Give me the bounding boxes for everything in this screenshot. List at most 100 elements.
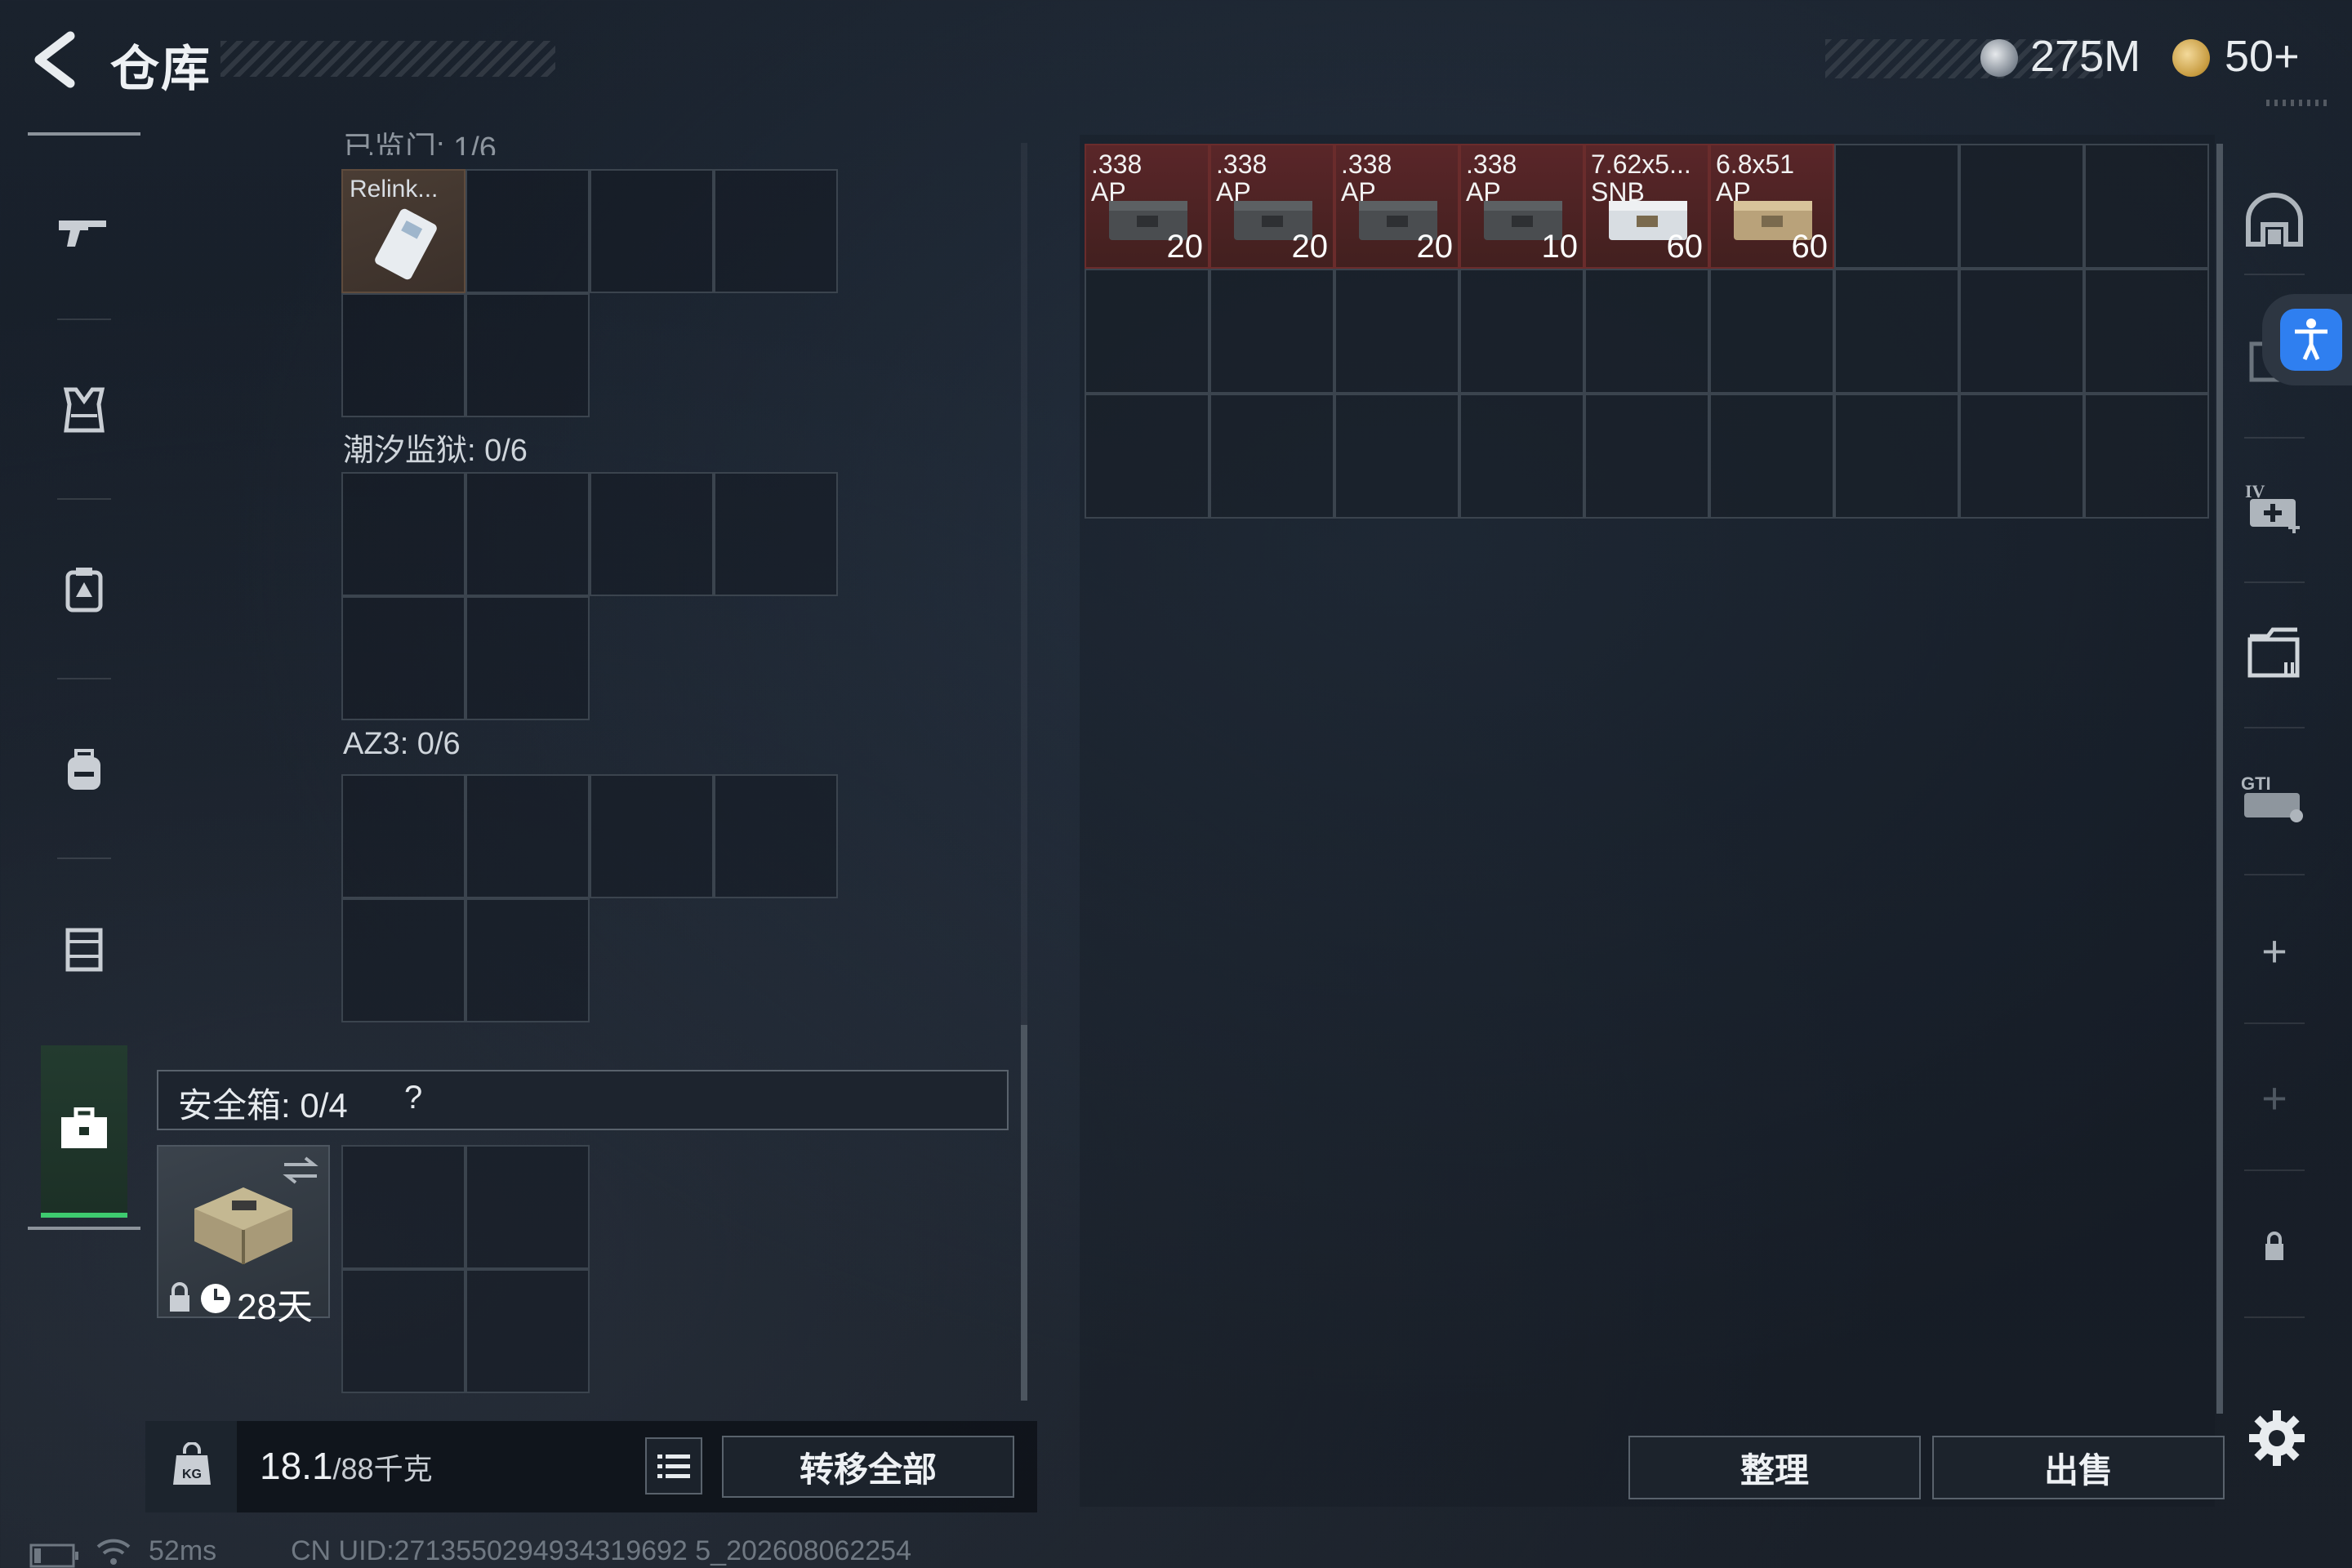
stash-slot[interactable]: [1334, 269, 1459, 394]
helmet-icon: [2246, 193, 2303, 247]
safebox-container[interactable]: 28天: [157, 1145, 330, 1327]
stash-slot[interactable]: [1959, 269, 2084, 394]
sidebar-item-container[interactable]: [28, 859, 140, 1039]
ammo-name: .338 AP: [1091, 150, 1143, 206]
stash-slot[interactable]: [2084, 269, 2209, 394]
stash-slot[interactable]: [1834, 394, 1959, 519]
sidebar-item-weapon[interactable]: [28, 140, 140, 320]
ammo-quantity: 20: [1291, 229, 1329, 265]
grid-slot[interactable]: [590, 472, 714, 596]
ammo-quantity: 60: [1666, 229, 1704, 265]
settings-gear-icon[interactable]: [2247, 1409, 2306, 1468]
stash-slot[interactable]: [1085, 269, 1209, 394]
accessibility-button[interactable]: [2262, 294, 2352, 385]
weight-button[interactable]: KG: [145, 1421, 237, 1512]
right-divider: [2244, 437, 2305, 439]
ammo-item[interactable]: 7.62x5... SNB 60: [1584, 144, 1709, 269]
grid-slot[interactable]: [341, 472, 466, 596]
stash-slot[interactable]: [1209, 394, 1334, 519]
grid-slot-item[interactable]: Relink...: [341, 169, 466, 293]
grid-slot[interactable]: [466, 293, 590, 417]
sidebar-item-safebox[interactable]: [28, 1039, 140, 1218]
add-slot-button[interactable]: +: [2234, 911, 2315, 992]
title-decoration: [220, 41, 555, 77]
stash-scrollbar[interactable]: [2216, 144, 2223, 1414]
safebox-slot[interactable]: [466, 1269, 590, 1393]
ammo-item[interactable]: .338 AP 10: [1459, 144, 1584, 269]
weight-kg-icon: KG: [173, 1442, 211, 1485]
currency-silver-amount[interactable]: 275M: [2030, 31, 2140, 82]
ammo-quantity: 10: [1541, 229, 1579, 265]
sell-button[interactable]: 出售: [1932, 1436, 2225, 1499]
ammo-item[interactable]: 6.8x51 AP 60: [1709, 144, 1834, 269]
storage-box-icon: [2247, 627, 2300, 678]
right-divider: [2244, 1022, 2305, 1024]
safebox-slot[interactable]: [341, 1269, 466, 1393]
grid-slot[interactable]: [341, 293, 466, 417]
stash-slot[interactable]: [2084, 144, 2209, 269]
grid-slot[interactable]: [590, 774, 714, 898]
sort-button[interactable]: 整理: [1628, 1436, 1921, 1499]
stash-slot[interactable]: [1085, 394, 1209, 519]
ammo-quantity: 20: [1416, 229, 1454, 265]
stash-slot[interactable]: [1959, 394, 2084, 519]
stash-slot[interactable]: [1584, 394, 1709, 519]
silver-coin-icon: [1980, 39, 2018, 77]
medical-kit-icon: IV: [2245, 481, 2300, 533]
swap-icon[interactable]: [281, 1153, 320, 1186]
stash-slot[interactable]: [1709, 394, 1834, 519]
stash-slot[interactable]: [1459, 394, 1584, 519]
left-scrollbar[interactable]: [1021, 1025, 1027, 1401]
ammo-item[interactable]: .338 AP 20: [1334, 144, 1459, 269]
grid-slot[interactable]: [466, 169, 590, 293]
grid-slot[interactable]: [590, 169, 714, 293]
right-tab-storage[interactable]: [2234, 612, 2315, 694]
grid-slot[interactable]: [466, 472, 590, 596]
stash-slot[interactable]: [1334, 394, 1459, 519]
stash-slot[interactable]: [1459, 269, 1584, 394]
page-title: 仓库: [110, 42, 212, 96]
grid-slot[interactable]: [714, 472, 838, 596]
stash-slot[interactable]: [2084, 394, 2209, 519]
right-tab-helmet[interactable]: [2234, 180, 2315, 261]
sidebar-item-backpack[interactable]: [28, 679, 140, 859]
right-divider: [2244, 874, 2305, 875]
safebox-slot[interactable]: [341, 1145, 466, 1269]
grid-slot[interactable]: [466, 774, 590, 898]
grid-slot[interactable]: [466, 596, 590, 720]
ammo-name: .338 AP: [1341, 150, 1392, 206]
sidebar-item-chest-rig[interactable]: [28, 500, 140, 679]
list-view-button[interactable]: [645, 1437, 702, 1494]
armor-icon: [63, 387, 105, 433]
ammo-item[interactable]: .338 AP 20: [1085, 144, 1209, 269]
right-divider: [2244, 727, 2305, 728]
safebox-help-button[interactable]: ?: [404, 1080, 422, 1116]
stash-slot[interactable]: [1584, 269, 1709, 394]
transfer-all-button[interactable]: 转移全部: [722, 1436, 1014, 1498]
stash-slot[interactable]: [1834, 144, 1959, 269]
right-tab-gti[interactable]: GTI: [2234, 760, 2315, 841]
back-arrow-icon[interactable]: [29, 31, 78, 88]
section-label-az3: AZ3: 0/6: [343, 727, 461, 761]
grid-slot[interactable]: [341, 596, 466, 720]
stash-slot[interactable]: [1209, 269, 1334, 394]
gold-coin-icon: [2172, 39, 2210, 77]
stash-slot[interactable]: [1959, 144, 2084, 269]
ammo-item[interactable]: .338 AP 20: [1209, 144, 1334, 269]
lock-icon: [2265, 1232, 2283, 1260]
grid-slot[interactable]: [341, 774, 466, 898]
stash-slot[interactable]: [1709, 269, 1834, 394]
sidebar-item-armor[interactable]: [28, 320, 140, 500]
grid-slot[interactable]: [341, 898, 466, 1022]
container-icon: [65, 928, 103, 972]
currency-gold-amount[interactable]: 50+: [2225, 31, 2300, 82]
ammo-quantity: 60: [1791, 229, 1829, 265]
grid-slot[interactable]: [714, 774, 838, 898]
right-divider: [2244, 1169, 2305, 1171]
right-tab-medical[interactable]: IV: [2234, 466, 2315, 547]
svg-text:KG: KG: [182, 1468, 202, 1481]
grid-slot[interactable]: [466, 898, 590, 1022]
safebox-slot[interactable]: [466, 1145, 590, 1269]
grid-slot[interactable]: [714, 169, 838, 293]
stash-slot[interactable]: [1834, 269, 1959, 394]
